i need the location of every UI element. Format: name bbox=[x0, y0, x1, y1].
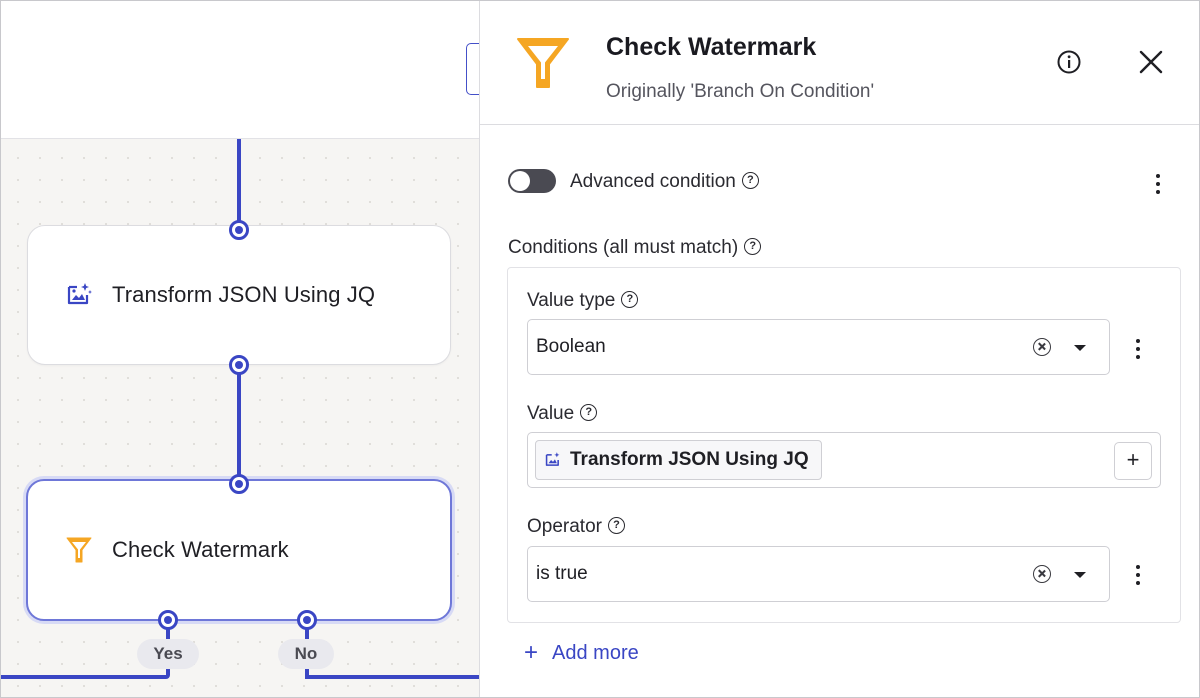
clear-icon[interactable] bbox=[1033, 565, 1051, 583]
node-label: Check Watermark bbox=[112, 537, 289, 562]
conditions-label: Conditions (all must match)? bbox=[508, 237, 762, 259]
filter-icon bbox=[514, 33, 572, 91]
node-label: Transform JSON Using JQ bbox=[112, 282, 376, 307]
help-icon[interactable]: ? bbox=[621, 291, 639, 309]
help-icon[interactable]: ? bbox=[607, 517, 625, 535]
add-more-button[interactable]: + Add more bbox=[524, 639, 639, 667]
connector-line bbox=[237, 365, 241, 485]
input-port[interactable] bbox=[229, 474, 249, 494]
value-chip[interactable]: Transform JSON Using JQ bbox=[535, 440, 822, 480]
chevron-down-icon[interactable] bbox=[1074, 572, 1086, 578]
conditions-text: Conditions (all must match) bbox=[508, 237, 739, 258]
clear-icon[interactable] bbox=[1033, 338, 1051, 356]
image-sparkle-icon bbox=[544, 451, 562, 469]
connector-line bbox=[305, 675, 479, 679]
operator-text: Operator bbox=[527, 516, 602, 537]
help-icon[interactable]: ? bbox=[580, 404, 598, 422]
output-port[interactable] bbox=[229, 355, 249, 375]
operator-selected: is true bbox=[536, 563, 588, 584]
advanced-condition-toggle[interactable] bbox=[508, 169, 556, 193]
connector-line bbox=[1, 675, 170, 679]
branch-label-no: No bbox=[278, 639, 334, 669]
workflow-canvas[interactable]: Transform JSON Using JQ Check Watermark … bbox=[1, 139, 479, 697]
yes-output-port[interactable] bbox=[158, 610, 178, 630]
add-value-button[interactable]: + bbox=[1114, 442, 1152, 480]
value-type-select[interactable]: Boolean bbox=[527, 319, 1110, 375]
image-sparkle-icon bbox=[64, 280, 94, 310]
node-transform-json[interactable]: Transform JSON Using JQ bbox=[27, 225, 451, 365]
node-check-watermark[interactable]: Check Watermark bbox=[26, 479, 452, 621]
operator-label: Operator? bbox=[527, 516, 625, 538]
more-options-icon[interactable] bbox=[1128, 562, 1148, 588]
value-input[interactable]: Transform JSON Using JQ + bbox=[527, 432, 1161, 488]
operator-select[interactable]: is true bbox=[527, 546, 1110, 602]
panel-title: Check Watermark bbox=[606, 33, 817, 61]
panel-subtitle: Originally 'Branch On Condition' bbox=[606, 81, 875, 102]
value-type-label: Value type? bbox=[527, 290, 639, 312]
filter-icon bbox=[64, 535, 94, 565]
value-chip-label: Transform JSON Using JQ bbox=[570, 449, 809, 470]
canvas-toolbar-area bbox=[1, 1, 496, 139]
advanced-condition-label: Advanced condition? bbox=[570, 171, 759, 193]
no-output-port[interactable] bbox=[297, 610, 317, 630]
branch-label-yes: Yes bbox=[137, 639, 199, 669]
help-icon[interactable]: ? bbox=[741, 172, 759, 190]
value-type-text: Value type bbox=[527, 290, 616, 311]
help-icon[interactable]: ? bbox=[744, 238, 762, 256]
plus-icon: + bbox=[524, 639, 539, 666]
value-type-selected: Boolean bbox=[536, 336, 606, 357]
panel-header: Check Watermark Originally 'Branch On Co… bbox=[480, 1, 1199, 125]
advanced-condition-text: Advanced condition bbox=[570, 171, 736, 192]
input-port[interactable] bbox=[229, 220, 249, 240]
more-options-icon[interactable] bbox=[1148, 171, 1168, 197]
more-options-icon[interactable] bbox=[1128, 336, 1148, 362]
value-label: Value? bbox=[527, 403, 598, 425]
close-icon[interactable] bbox=[1136, 47, 1166, 77]
value-text: Value bbox=[527, 403, 575, 424]
add-more-label: Add more bbox=[552, 641, 639, 664]
info-icon[interactable] bbox=[1056, 49, 1082, 75]
node-config-panel: Check Watermark Originally 'Branch On Co… bbox=[479, 1, 1199, 697]
chevron-down-icon[interactable] bbox=[1074, 345, 1086, 351]
app-window: Transform JSON Using JQ Check Watermark … bbox=[0, 0, 1200, 698]
connector-line bbox=[237, 139, 241, 229]
